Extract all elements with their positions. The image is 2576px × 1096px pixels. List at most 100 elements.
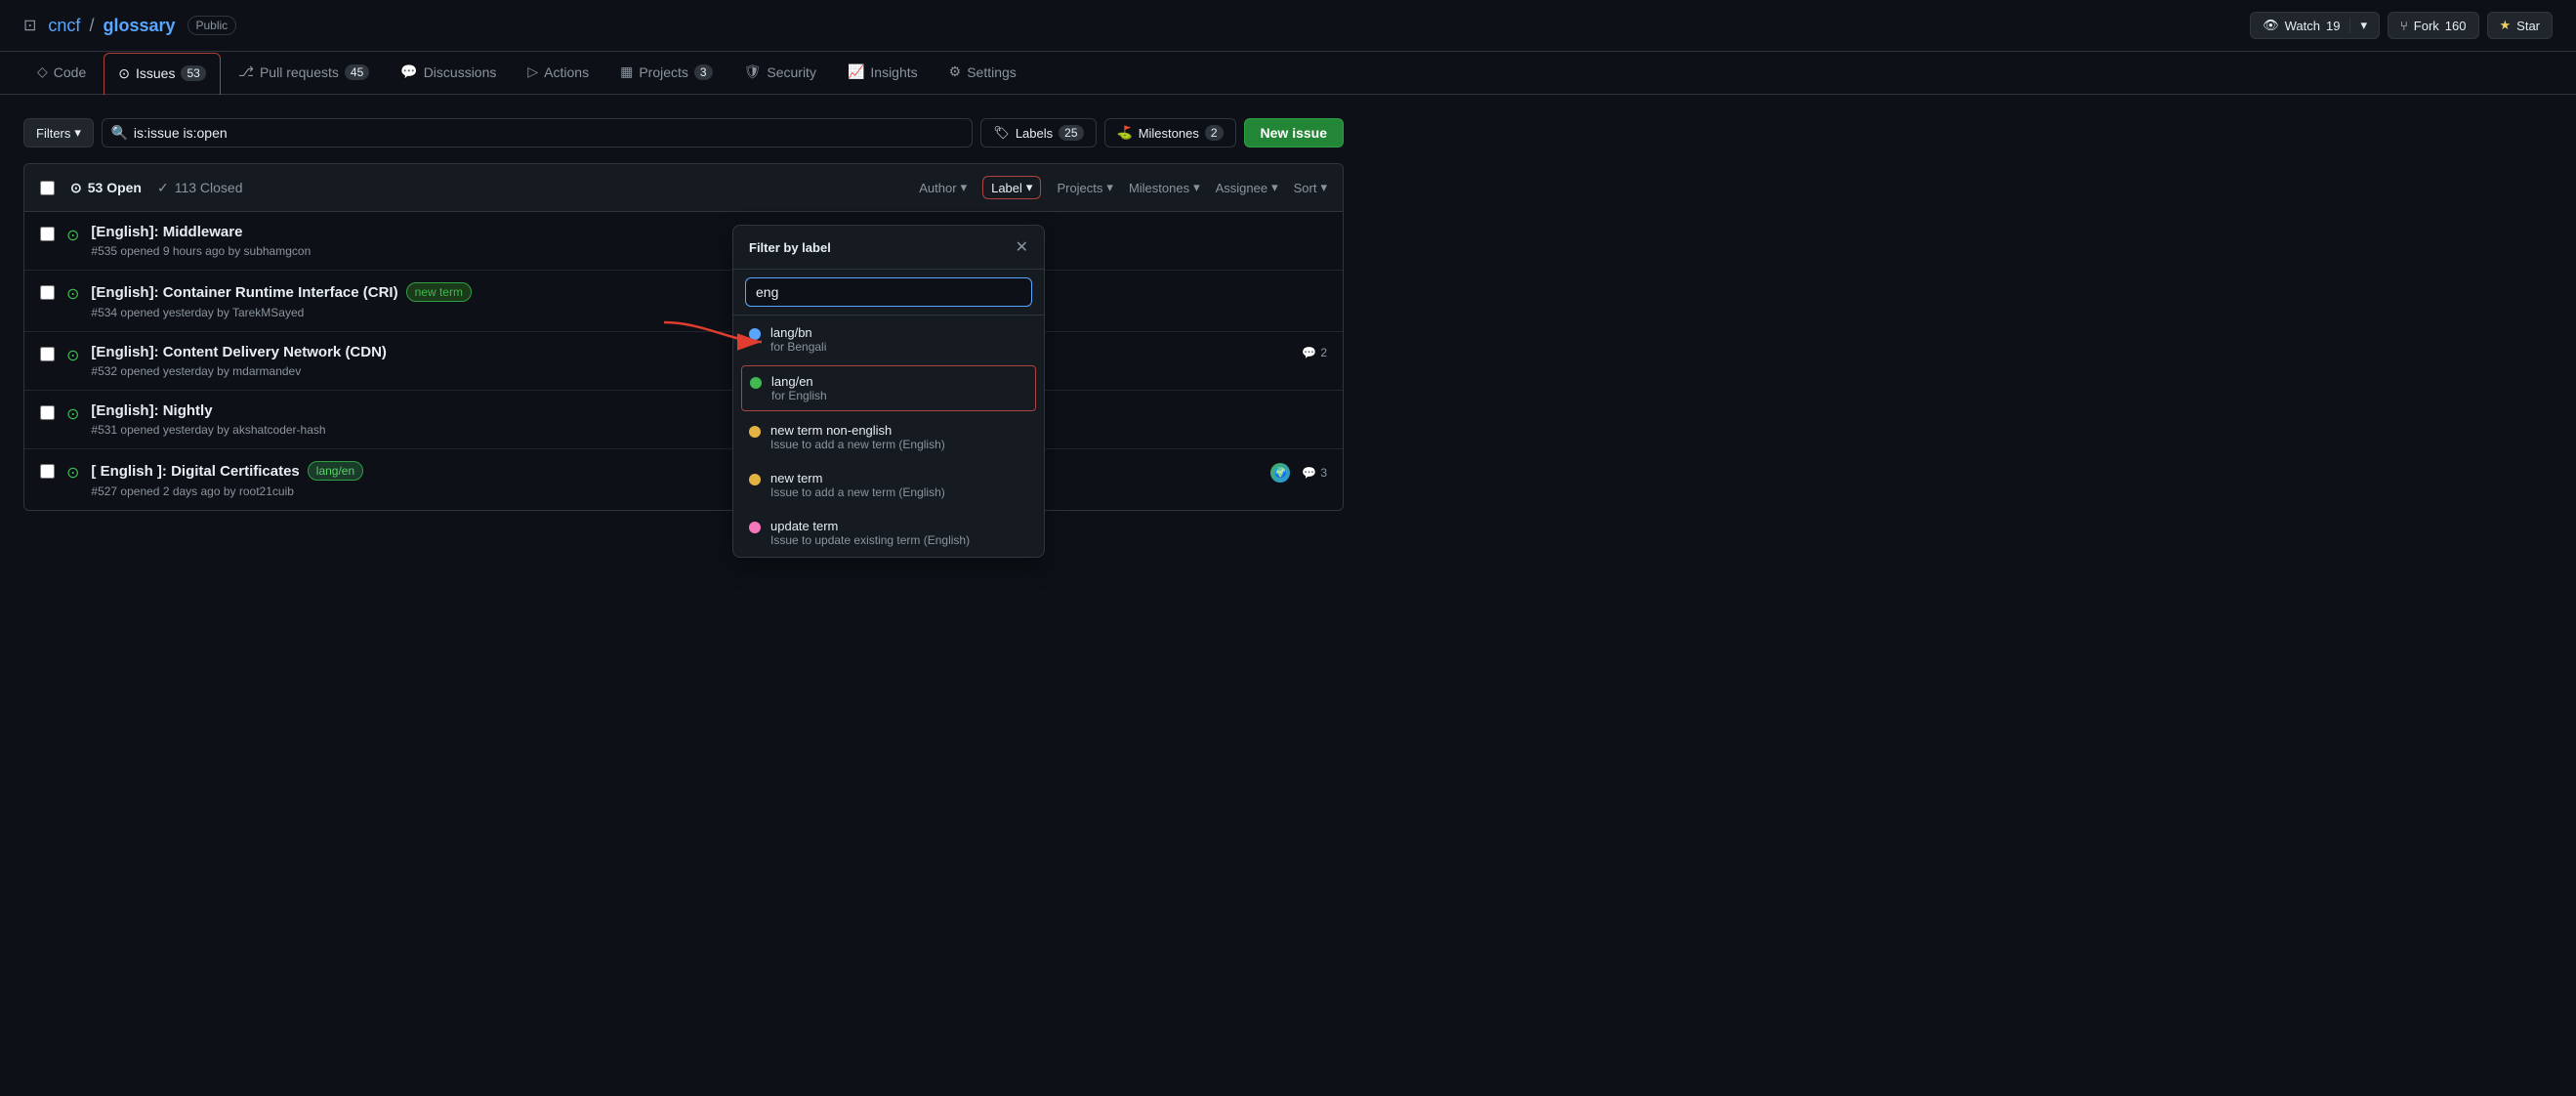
issues-icon: ⊙: [118, 65, 130, 82]
projects-icon: ▦: [620, 63, 633, 80]
issue-info-532: [English]: Content Delivery Network (CDN…: [91, 344, 1290, 378]
issue-checkbox-535[interactable]: [40, 227, 55, 241]
label-filter-button[interactable]: Label ▾: [982, 176, 1041, 199]
issue-title-link-531[interactable]: [English]: Nightly: [91, 402, 212, 419]
issue-info-534: [English]: Container Runtime Interface (…: [91, 282, 1327, 319]
filters-label: Filters: [36, 126, 70, 141]
public-badge: Public: [187, 16, 237, 35]
search-container: 🔍: [102, 118, 973, 148]
milestones-filter-button[interactable]: Milestones ▾: [1129, 180, 1200, 195]
tab-security[interactable]: 🛡 Security: [730, 52, 830, 94]
dropdown-item-desc-new-term-non-english: Issue to add a new term (English): [770, 438, 945, 451]
dropdown-header: Filter by label ✕: [733, 226, 1044, 270]
search-icon: 🔍: [111, 125, 128, 142]
tab-projects[interactable]: ▦ Projects 3: [606, 52, 727, 94]
filters-button[interactable]: Filters ▾: [23, 118, 94, 148]
pr-badge: 45: [345, 64, 369, 80]
dropdown-item-lang-en[interactable]: lang/en for English: [741, 365, 1036, 411]
issue-meta-532: #532 opened yesterday by mdarmandev: [91, 364, 1290, 378]
dropdown-item-update-term[interactable]: update term Issue to update existing ter…: [733, 509, 1044, 557]
issue-row: ⊙ [English]: Middleware #535 opened 9 ho…: [24, 212, 1343, 271]
dropdown-item-info-update-term: update term Issue to update existing ter…: [770, 519, 970, 547]
issue-title-link-535[interactable]: [English]: Middleware: [91, 224, 242, 240]
label-chevron-icon: ▾: [1026, 180, 1033, 195]
comment-icon: 💬: [1302, 346, 1316, 359]
labels-label: Labels: [1016, 126, 1053, 141]
dropdown-close-button[interactable]: ✕: [1016, 237, 1028, 257]
new-issue-button[interactable]: New issue: [1244, 118, 1344, 148]
chevron-down-icon: ▾: [74, 125, 81, 141]
issue-title-link-527[interactable]: [ English ]: Digital Certificates: [91, 463, 299, 480]
author-filter-button[interactable]: Author ▾: [919, 180, 967, 195]
issue-checkbox-532[interactable]: [40, 347, 55, 361]
projects-chevron-icon: ▾: [1106, 180, 1113, 195]
org-link[interactable]: cncf: [48, 16, 80, 35]
issue-meta-534: #534 opened yesterday by TarekMSayed: [91, 306, 1327, 319]
chevron-down-icon: ▾: [2360, 18, 2367, 33]
comment-icon-527: 💬: [1302, 466, 1316, 480]
filter-bar: Filters ▾ 🔍 🏷 Labels 25 ⛳ Milestones 2 N…: [23, 118, 1344, 148]
milestones-chevron-icon: ▾: [1193, 180, 1200, 195]
tab-actions[interactable]: ▷ Actions: [514, 52, 602, 94]
label-lang-en-527[interactable]: lang/en: [308, 461, 363, 481]
dropdown-item-name-new-term-non-english: new term non-english: [770, 423, 945, 438]
tab-discussions[interactable]: 💬 Discussions: [387, 52, 510, 94]
issues-header-right: Author ▾ Label ▾ Projects ▾ Milestones ▾…: [919, 176, 1327, 199]
milestones-filter-label: Milestones: [1129, 181, 1189, 195]
new-issue-label: New issue: [1261, 125, 1327, 141]
open-count[interactable]: ⊙ 53 Open: [70, 180, 142, 196]
tab-pull-requests[interactable]: ⎇ Pull requests 45: [225, 52, 383, 94]
repo-name: cncf / glossary: [48, 16, 175, 36]
dropdown-item-info-lang-en: lang/en for English: [771, 374, 827, 402]
dropdown-item-lang-bn[interactable]: lang/bn for Bengali: [733, 316, 1044, 363]
dot-lang-en: [750, 377, 762, 389]
tab-discussions-label: Discussions: [424, 64, 497, 80]
issue-title-link-534[interactable]: [English]: Container Runtime Interface (…: [91, 284, 397, 301]
tab-insights[interactable]: 📈 Insights: [834, 52, 932, 94]
dropdown-item-new-term-non-english[interactable]: new term non-english Issue to add a new …: [733, 413, 1044, 461]
milestones-button[interactable]: ⛳ Milestones 2: [1104, 118, 1236, 148]
tab-settings[interactable]: ⚙ Settings: [935, 52, 1030, 94]
repo-header: ⊡ cncf / glossary Public 👁 Watch 19 ▾ ⑂ …: [0, 0, 2576, 52]
tab-pr-label: Pull requests: [260, 64, 339, 80]
issue-title-531: [English]: Nightly: [91, 402, 1327, 419]
labels-count: 25: [1059, 125, 1083, 141]
issue-checkbox-531[interactable]: [40, 405, 55, 420]
main-content: Filters ▾ 🔍 🏷 Labels 25 ⛳ Milestones 2 N…: [0, 95, 1367, 534]
star-icon: ★: [2500, 18, 2512, 33]
dropdown-item-new-term[interactable]: new term Issue to add a new term (Englis…: [733, 461, 1044, 509]
dot-new-term-non-english: [749, 426, 761, 438]
star-label: Star: [2516, 19, 2540, 33]
fork-button[interactable]: ⑂ Fork 160: [2388, 12, 2479, 39]
tab-security-label: Security: [767, 64, 816, 80]
issue-open-icon: ⊙: [66, 463, 79, 483]
author-chevron-icon: ▾: [961, 180, 968, 195]
sort-filter-button[interactable]: Sort ▾: [1294, 180, 1327, 195]
closed-count[interactable]: ✓ 113 Closed: [157, 180, 243, 196]
avatar-527: 🌍: [1270, 463, 1290, 483]
tab-issues-label: Issues: [136, 65, 175, 81]
assignee-filter-button[interactable]: Assignee ▾: [1216, 180, 1278, 195]
author-label: Author: [919, 181, 956, 195]
projects-filter-button[interactable]: Projects ▾: [1057, 180, 1113, 195]
star-button[interactable]: ★ Star: [2487, 12, 2554, 39]
search-input[interactable]: [102, 118, 973, 148]
labels-button[interactable]: 🏷 Labels 25: [980, 118, 1096, 148]
label-filter-dropdown: Filter by label ✕ lang/bn for Bengali la…: [732, 225, 1045, 558]
repo-link[interactable]: glossary: [103, 16, 175, 35]
tab-issues[interactable]: ⊙ Issues 53: [104, 53, 221, 95]
dropdown-item-name-lang-en: lang/en: [771, 374, 827, 389]
watch-button[interactable]: 👁 Watch 19 ▾: [2250, 12, 2380, 39]
dropdown-items: lang/bn for Bengali lang/en for English …: [733, 316, 1044, 557]
issue-checkbox-527[interactable]: [40, 464, 55, 479]
label-new-term-534[interactable]: new term: [406, 282, 472, 302]
issue-checkbox-534[interactable]: [40, 285, 55, 300]
tab-code[interactable]: ◇ Code: [23, 52, 100, 94]
pull-request-icon: ⎇: [238, 63, 254, 80]
tab-projects-label: Projects: [639, 64, 688, 80]
repo-icon: ⊡: [23, 16, 36, 35]
watch-count: 19: [2326, 19, 2340, 33]
label-search-input[interactable]: [745, 277, 1032, 307]
issue-title-link-532[interactable]: [English]: Content Delivery Network (CDN…: [91, 344, 387, 360]
select-all-checkbox[interactable]: [40, 181, 55, 195]
